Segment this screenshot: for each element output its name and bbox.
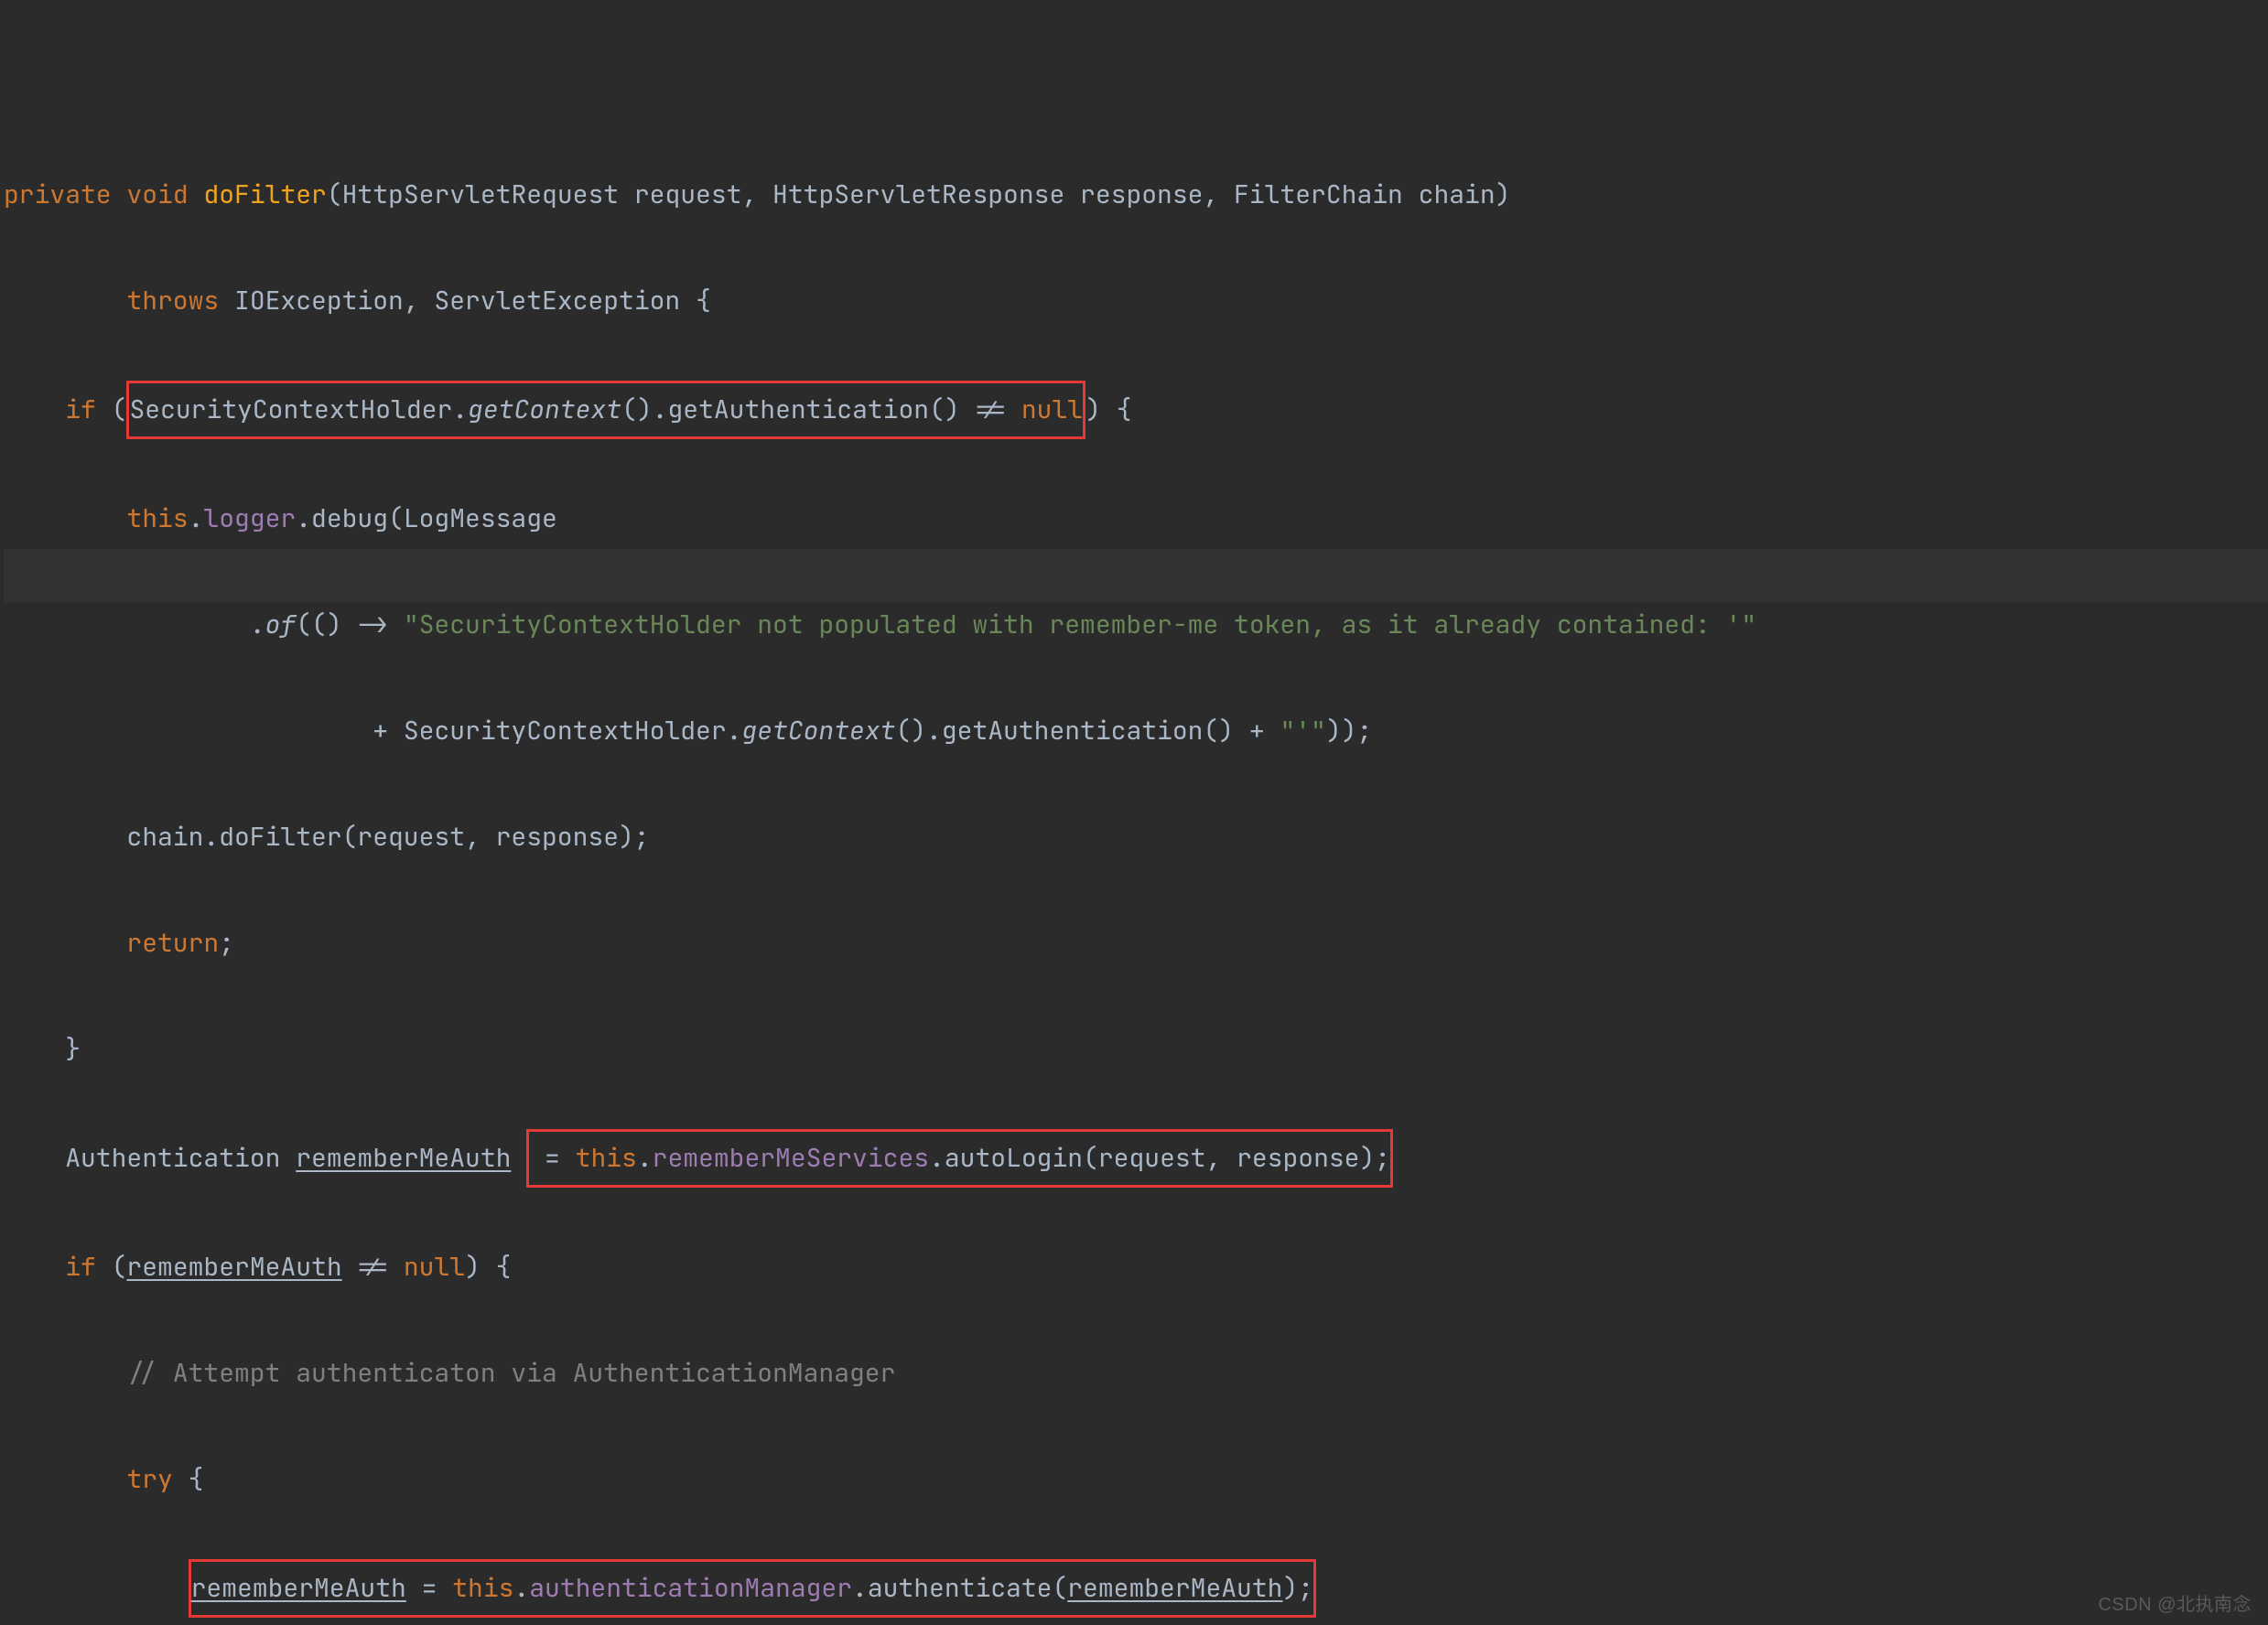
keyword-this: this [126,501,188,535]
var-rememberMeAuth: rememberMeAuth [1067,1571,1282,1605]
op: = [406,1571,452,1605]
static-call: getContext [741,714,895,748]
code-line: + SecurityContextHolder.getContext().get… [4,705,2268,758]
code-line: return; [4,917,2268,970]
lambda: (() -> [296,608,404,641]
paren: ( [112,393,127,426]
close: )); [1326,714,1372,748]
call: .autoLogin(request, response); [929,1141,1390,1175]
keyword-private: private [4,178,112,211]
op: = [529,1141,575,1175]
keyword-void: void [126,178,188,211]
close: ); [1282,1571,1313,1605]
code-line: if (SecurityContextHolder.getContext().g… [4,381,2268,439]
brace: { [173,1462,204,1496]
code-line: } [4,1023,2268,1076]
expr: SecurityContextHolder. [404,714,742,748]
expr: ().getAuthentication() [621,393,975,426]
code-line: rememberMeAuth = this.authenticationMana… [4,1559,2268,1618]
stmt: chain.doFilter(request, response); [126,820,649,854]
comment: // Attempt authenticaton via Authenticat… [126,1356,895,1390]
keyword-if: if [65,393,96,426]
watermark: CSDN @北执南念 [2098,1589,2252,1616]
method-signature: (HttpServletRequest request, HttpServlet… [327,178,1511,211]
keyword-if: if [65,1250,96,1284]
var-rememberMeAuth: rememberMeAuth [126,1250,341,1284]
code-editor: private void doFilter(HttpServletRequest… [0,0,2268,1625]
throws-list: IOException, ServletException { [234,284,711,317]
brace: { [1101,393,1132,426]
static-call-of: of [265,608,297,641]
op: != [342,1250,404,1284]
code-line: // Attempt authenticaton via Authenticat… [4,1347,2268,1400]
code-line: private void doFilter(HttpServletRequest… [4,168,2268,221]
code-line: Authentication rememberMeAuth = this.rem… [4,1129,2268,1188]
method-name: doFilter [203,178,326,211]
string-literal: "'" [1280,714,1325,748]
op: + [373,714,404,748]
call: .debug(LogMessage [296,501,557,535]
var-rememberMeAuth: rememberMeAuth [191,1571,406,1605]
code-line: throws IOException, ServletException { [4,274,2268,328]
keyword-return: return [126,926,219,960]
brace: { [481,1250,512,1284]
field-rms: rememberMeServices [653,1141,929,1175]
call: .authenticate( [852,1571,1067,1605]
var-rememberMeAuth: rememberMeAuth [296,1141,511,1175]
string-literal: "SecurityContextHolder not populated wit… [404,608,1756,641]
highlight-box-2: = this.rememberMeServices.autoLogin(requ… [526,1129,1393,1188]
highlight-box-3: rememberMeAuth = this.authenticationMana… [189,1559,1316,1618]
field-logger: logger [203,501,296,535]
brace: } [65,1032,81,1066]
keyword-null: null [1021,393,1083,426]
keyword-this: this [452,1571,513,1605]
field-authmgr: authenticationManager [529,1571,852,1605]
paren: ) [1085,393,1101,426]
op: != [975,393,1021,426]
keyword-throws: throws [126,284,219,317]
expr: ().getAuthentication() + [895,714,1280,748]
keyword-null: null [404,1250,465,1284]
code-line: try { [4,1453,2268,1506]
highlight-box-1: SecurityContextHolder.getContext().getAu… [126,381,1085,439]
code-line: .of(() -> "SecurityContextHolder not pop… [4,598,2268,651]
type: Authentication [65,1141,296,1175]
static-call: getContext [468,393,621,426]
keyword-try: try [126,1462,172,1496]
expr: SecurityContextHolder. [129,393,468,426]
code-line: chain.doFilter(request, response); [4,811,2268,864]
code-line: this.logger.debug(LogMessage [4,492,2268,545]
code-line: if (rememberMeAuth != null) { [4,1241,2268,1294]
keyword-this: this [576,1141,637,1175]
